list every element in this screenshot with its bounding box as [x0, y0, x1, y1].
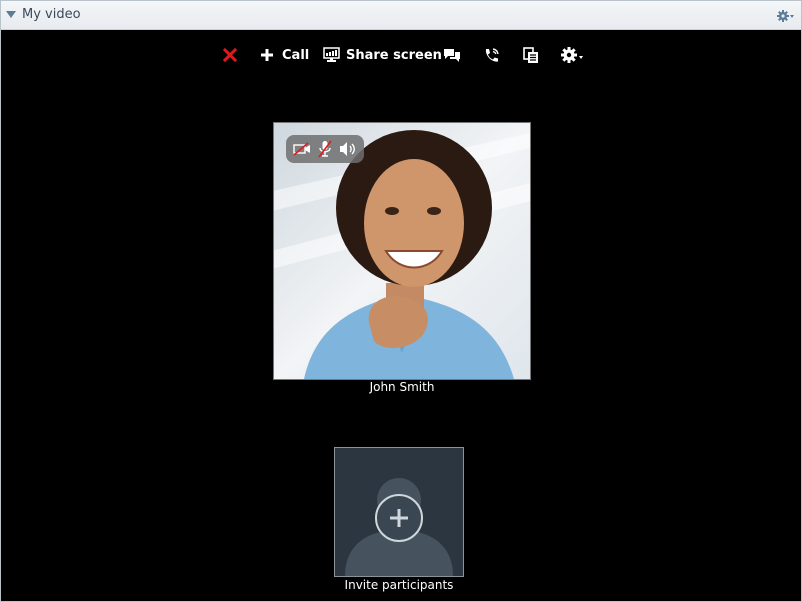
- settings-dropdown-button[interactable]: [560, 45, 584, 65]
- phone-button[interactable]: [483, 45, 500, 65]
- invite-participants-label: Invite participants: [344, 578, 454, 592]
- video-panel: My video Call Share screen John Smith In…: [0, 0, 802, 602]
- media-status-overlay: [286, 135, 364, 163]
- collapse-arrow-icon[interactable]: [6, 11, 16, 18]
- panel-settings-icon[interactable]: [777, 8, 795, 22]
- participant-name: John Smith: [369, 380, 435, 394]
- close-x-icon: [223, 48, 237, 62]
- call-toolbar: Call Share screen: [1, 45, 801, 65]
- share-screen-label: Share screen: [346, 47, 442, 63]
- call-button-label: Call: [282, 47, 310, 63]
- gear-dropdown-icon: [561, 47, 583, 63]
- person-placeholder-icon: [345, 478, 453, 576]
- chat-button[interactable]: [443, 45, 461, 65]
- plus-icon: [261, 49, 273, 61]
- end-call-button[interactable]: [223, 45, 237, 65]
- mic-off-icon[interactable]: [318, 140, 332, 158]
- panel-title: My video: [22, 7, 81, 22]
- phone-icon: [485, 47, 499, 62]
- documents-button[interactable]: [523, 45, 539, 65]
- share-screen-button[interactable]: Share screen: [323, 45, 442, 65]
- chat-bubbles-icon: [444, 49, 460, 62]
- call-button[interactable]: Call: [260, 45, 309, 65]
- camera-off-icon[interactable]: [293, 142, 311, 156]
- monitor-icon: [323, 47, 340, 62]
- documents-icon: [523, 46, 538, 63]
- speaker-icon[interactable]: [339, 141, 357, 157]
- panel-title-bar: My video: [1, 1, 801, 30]
- participant-video[interactable]: [273, 122, 531, 380]
- invite-participants-tile[interactable]: [334, 447, 464, 577]
